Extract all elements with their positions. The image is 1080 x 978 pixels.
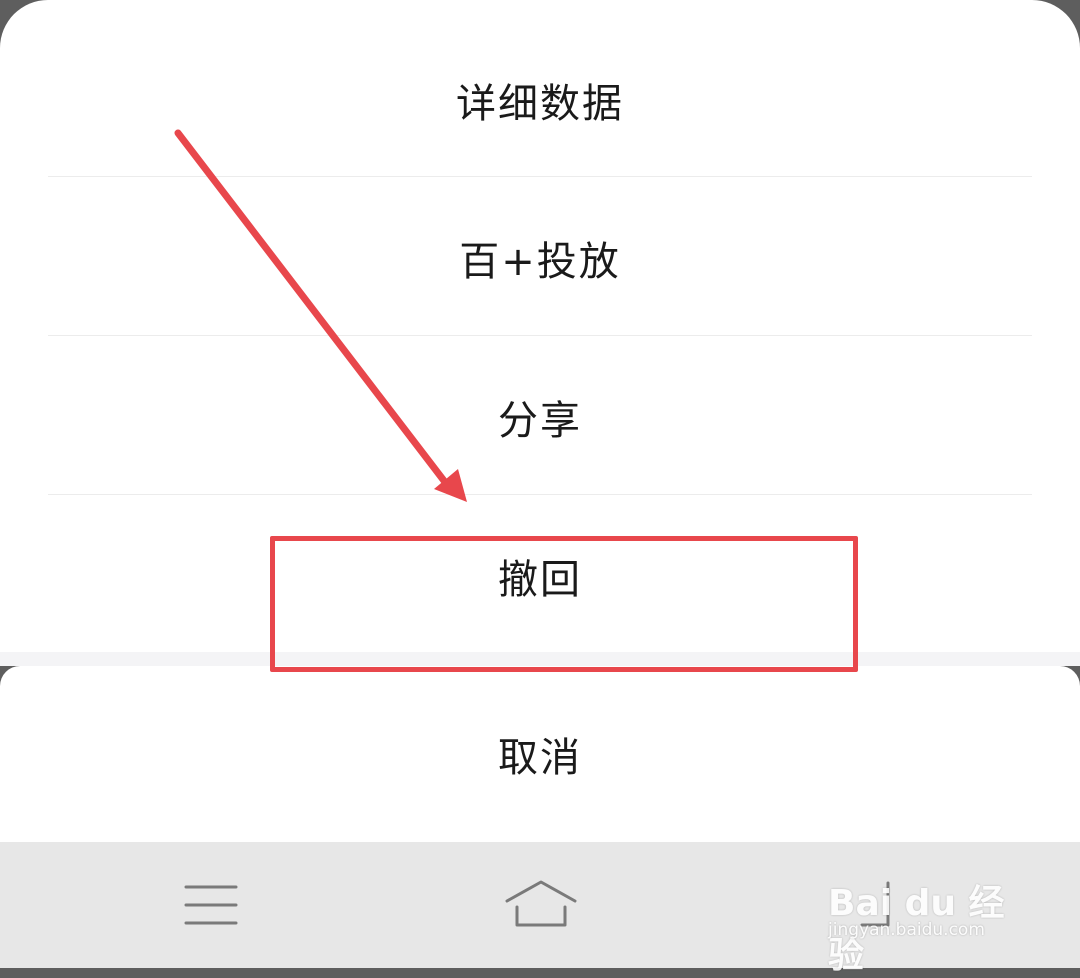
system-nav-bar [0, 842, 1080, 968]
divider [48, 494, 1032, 495]
menu-item-label: 百+投放 [459, 238, 621, 285]
nav-menu-button[interactable] [131, 842, 291, 968]
menu-item-label: 详细数据 [456, 80, 624, 127]
nav-back-button[interactable] [792, 842, 952, 968]
menu-item-label: 分享 [498, 397, 582, 444]
divider [48, 335, 1032, 336]
menu-item-withdraw[interactable]: 撤回 [0, 496, 1080, 655]
menu-item-promote[interactable]: 百+投放 [0, 178, 1080, 337]
cancel-button[interactable]: 取消 [0, 666, 1080, 842]
sheet-gap [0, 652, 1080, 666]
action-sheet: 详细数据 百+投放 分享 撤回 [0, 0, 1080, 652]
divider [48, 176, 1032, 177]
menu-item-share[interactable]: 分享 [0, 337, 1080, 496]
hamburger-menu-icon [184, 885, 238, 925]
home-icon [505, 880, 577, 927]
menu-item-label: 撤回 [498, 556, 582, 603]
nav-home-button[interactable] [461, 842, 621, 968]
back-icon [860, 881, 890, 927]
cancel-label: 取消 [498, 735, 582, 781]
menu-item-detail-data[interactable]: 详细数据 [0, 20, 1080, 179]
